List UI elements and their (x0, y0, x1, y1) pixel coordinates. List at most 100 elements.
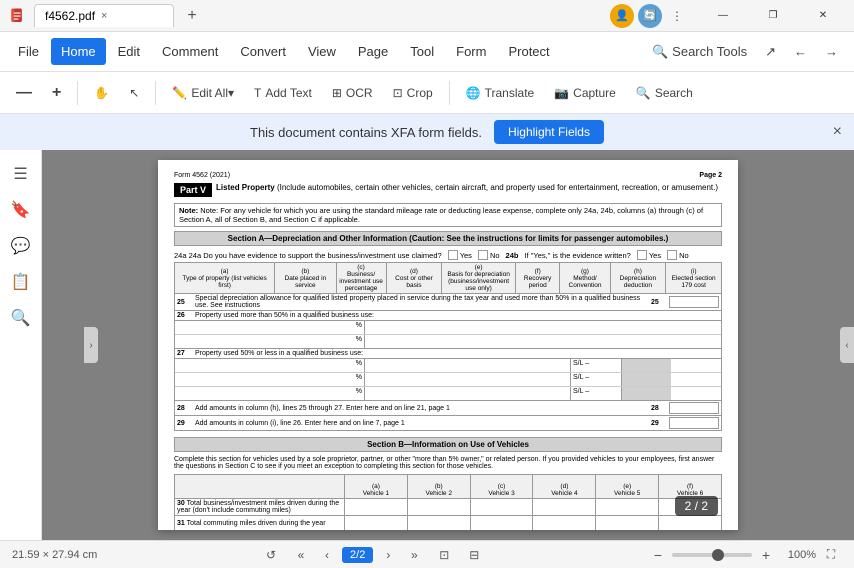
capture-btn[interactable]: 📷 Capture (546, 81, 624, 105)
vehicle-row-31: 31 Total commuting miles driven during t… (175, 516, 722, 531)
check-24b-no[interactable] (667, 250, 677, 260)
minimize-btn[interactable]: — (700, 0, 746, 32)
search-tools-btn[interactable]: 🔍 Search Tools (644, 39, 755, 65)
menu-bar: File Home Edit Comment Convert View Page… (0, 32, 854, 72)
rotate-btn[interactable]: ↺ (260, 544, 282, 566)
crop-label: Crop (407, 86, 433, 100)
v30-1[interactable] (345, 499, 408, 516)
menu-convert[interactable]: Convert (230, 38, 296, 65)
v31-5[interactable] (596, 516, 659, 531)
v31-3[interactable] (470, 516, 533, 531)
v31-6[interactable] (659, 516, 722, 531)
v31-2[interactable] (407, 516, 470, 531)
edit-all-btn[interactable]: ✏️ Edit All▾ (164, 81, 242, 105)
next-page-btn[interactable]: › (377, 544, 399, 566)
sil-2: S/L – (571, 373, 621, 386)
menu-edit[interactable]: Edit (108, 38, 150, 65)
v30-3[interactable] (470, 499, 533, 516)
prev-page-btn[interactable]: ‹ (316, 544, 338, 566)
last-page-btn[interactable]: » (403, 544, 425, 566)
translate-btn[interactable]: 🌐 Translate (458, 81, 543, 105)
ocr-icon: ⊞ (332, 86, 342, 100)
row-26-line1: % (175, 321, 721, 335)
menu-tool[interactable]: Tool (400, 38, 444, 65)
tab-close-btn[interactable]: × (101, 10, 107, 22)
menu-file[interactable]: File (8, 38, 49, 65)
hand-tool-btn[interactable]: ✋ (86, 81, 117, 105)
more-options-btn[interactable]: ⋮ (666, 5, 688, 27)
check-24a-no[interactable] (478, 250, 488, 260)
search-btn[interactable]: 🔍 Search (628, 81, 701, 105)
row-25-field[interactable] (669, 296, 719, 308)
forward-btn[interactable]: → (817, 39, 846, 64)
row-25-text: Special depreciation allowance for quali… (195, 295, 647, 309)
v30-2[interactable] (407, 499, 470, 516)
zoom-out-status-btn[interactable]: − (648, 545, 668, 565)
row-28-field[interactable] (669, 402, 719, 414)
page-current-indicator: 2/2 (342, 547, 373, 563)
v31-4[interactable] (533, 516, 596, 531)
select-tool-btn[interactable]: ↖ (121, 81, 147, 105)
edit-icon: ✏️ (172, 86, 187, 100)
new-tab-btn[interactable]: + (180, 4, 204, 28)
user-avatar[interactable]: 👤 (610, 4, 634, 28)
form-number: Form 4562 (2021) (174, 172, 230, 179)
check-24a-yes[interactable] (448, 250, 458, 260)
page-badge: 2 / 2 (675, 496, 718, 516)
restore-btn[interactable]: ❐ (750, 0, 796, 32)
form-page: Page 2 (699, 172, 722, 179)
zoom-level: 100% (780, 549, 816, 561)
sidebar-item-search[interactable]: 🔍 (5, 302, 37, 334)
highlight-fields-btn[interactable]: Highlight Fields (494, 120, 604, 144)
zoom-thumb[interactable] (712, 549, 724, 561)
right-panel-collapse[interactable]: ‹ (840, 327, 854, 363)
menu-icons: 🔍 Search Tools ↗ ← → (644, 39, 846, 65)
fit-width-btn[interactable]: ⊟ (463, 544, 485, 566)
ocr-btn[interactable]: ⊞ OCR (324, 81, 381, 105)
col-e-header: (e) Basis for depreciation (business/inv… (442, 263, 516, 294)
row-27-num: 27 (177, 350, 191, 357)
share-btn[interactable]: ↗ (757, 39, 784, 65)
sidebar-item-pages[interactable]: 📋 (5, 266, 37, 298)
back-btn[interactable]: ← (786, 39, 815, 64)
col-f-header: (f) Recovery period (515, 263, 560, 294)
crop-btn[interactable]: ⊡ Crop (385, 81, 441, 105)
menu-home[interactable]: Home (51, 38, 106, 65)
yes-label-24b: Yes (649, 251, 661, 260)
row-24a-no: No (478, 250, 500, 260)
menu-form[interactable]: Form (446, 38, 496, 65)
row-26-text: Property used more than 50% in a qualifi… (195, 312, 719, 319)
sidebar-item-bookmark[interactable]: 🔖 (5, 194, 37, 226)
check-24b-yes[interactable] (637, 250, 647, 260)
zoom-out-btn[interactable]: — (8, 79, 40, 107)
sidebar-item-menu[interactable]: ☰ (5, 158, 37, 190)
zoom-in-status-btn[interactable]: + (756, 545, 776, 565)
first-page-btn[interactable]: « (290, 544, 312, 566)
yes-label-24a: Yes (460, 251, 472, 260)
left-panel-collapse[interactable]: › (84, 327, 98, 363)
fullscreen-btn[interactable]: ⛶ (820, 544, 842, 566)
vehicle-table: (a) Vehicle 1 (b) Vehicle 2 (c) Vehicle … (174, 474, 722, 530)
notification-close-btn[interactable]: × (833, 123, 842, 141)
menu-view[interactable]: View (298, 38, 346, 65)
pdf-tab[interactable]: f4562.pdf × (34, 4, 174, 27)
share-icon: ↗ (765, 44, 776, 60)
row-29-field[interactable] (669, 417, 719, 429)
v31-1[interactable] (345, 516, 408, 531)
sidebar-item-comment[interactable]: 💬 (5, 230, 37, 262)
fit-page-btn[interactable]: ⊡ (433, 544, 455, 566)
v30-4[interactable] (533, 499, 596, 516)
menu-page[interactable]: Page (348, 38, 398, 65)
col-i-header: (i) Elected section 179 cost (666, 263, 722, 294)
sidebar-left: ☰ 🔖 💬 📋 🔍 (0, 150, 42, 540)
no-label-24a: No (490, 251, 500, 260)
col-d-header: (d) Cost or other basis (386, 263, 442, 294)
zoom-slider[interactable] (672, 553, 752, 557)
col-c-header: (c) Business/ investment use percentage (336, 263, 386, 294)
menu-protect[interactable]: Protect (498, 38, 559, 65)
add-text-btn[interactable]: T Add Text (246, 81, 320, 105)
zoom-in-btn[interactable]: + (44, 79, 69, 107)
v30-5[interactable] (596, 499, 659, 516)
close-btn[interactable]: ✕ (800, 0, 846, 32)
menu-comment[interactable]: Comment (152, 38, 228, 65)
